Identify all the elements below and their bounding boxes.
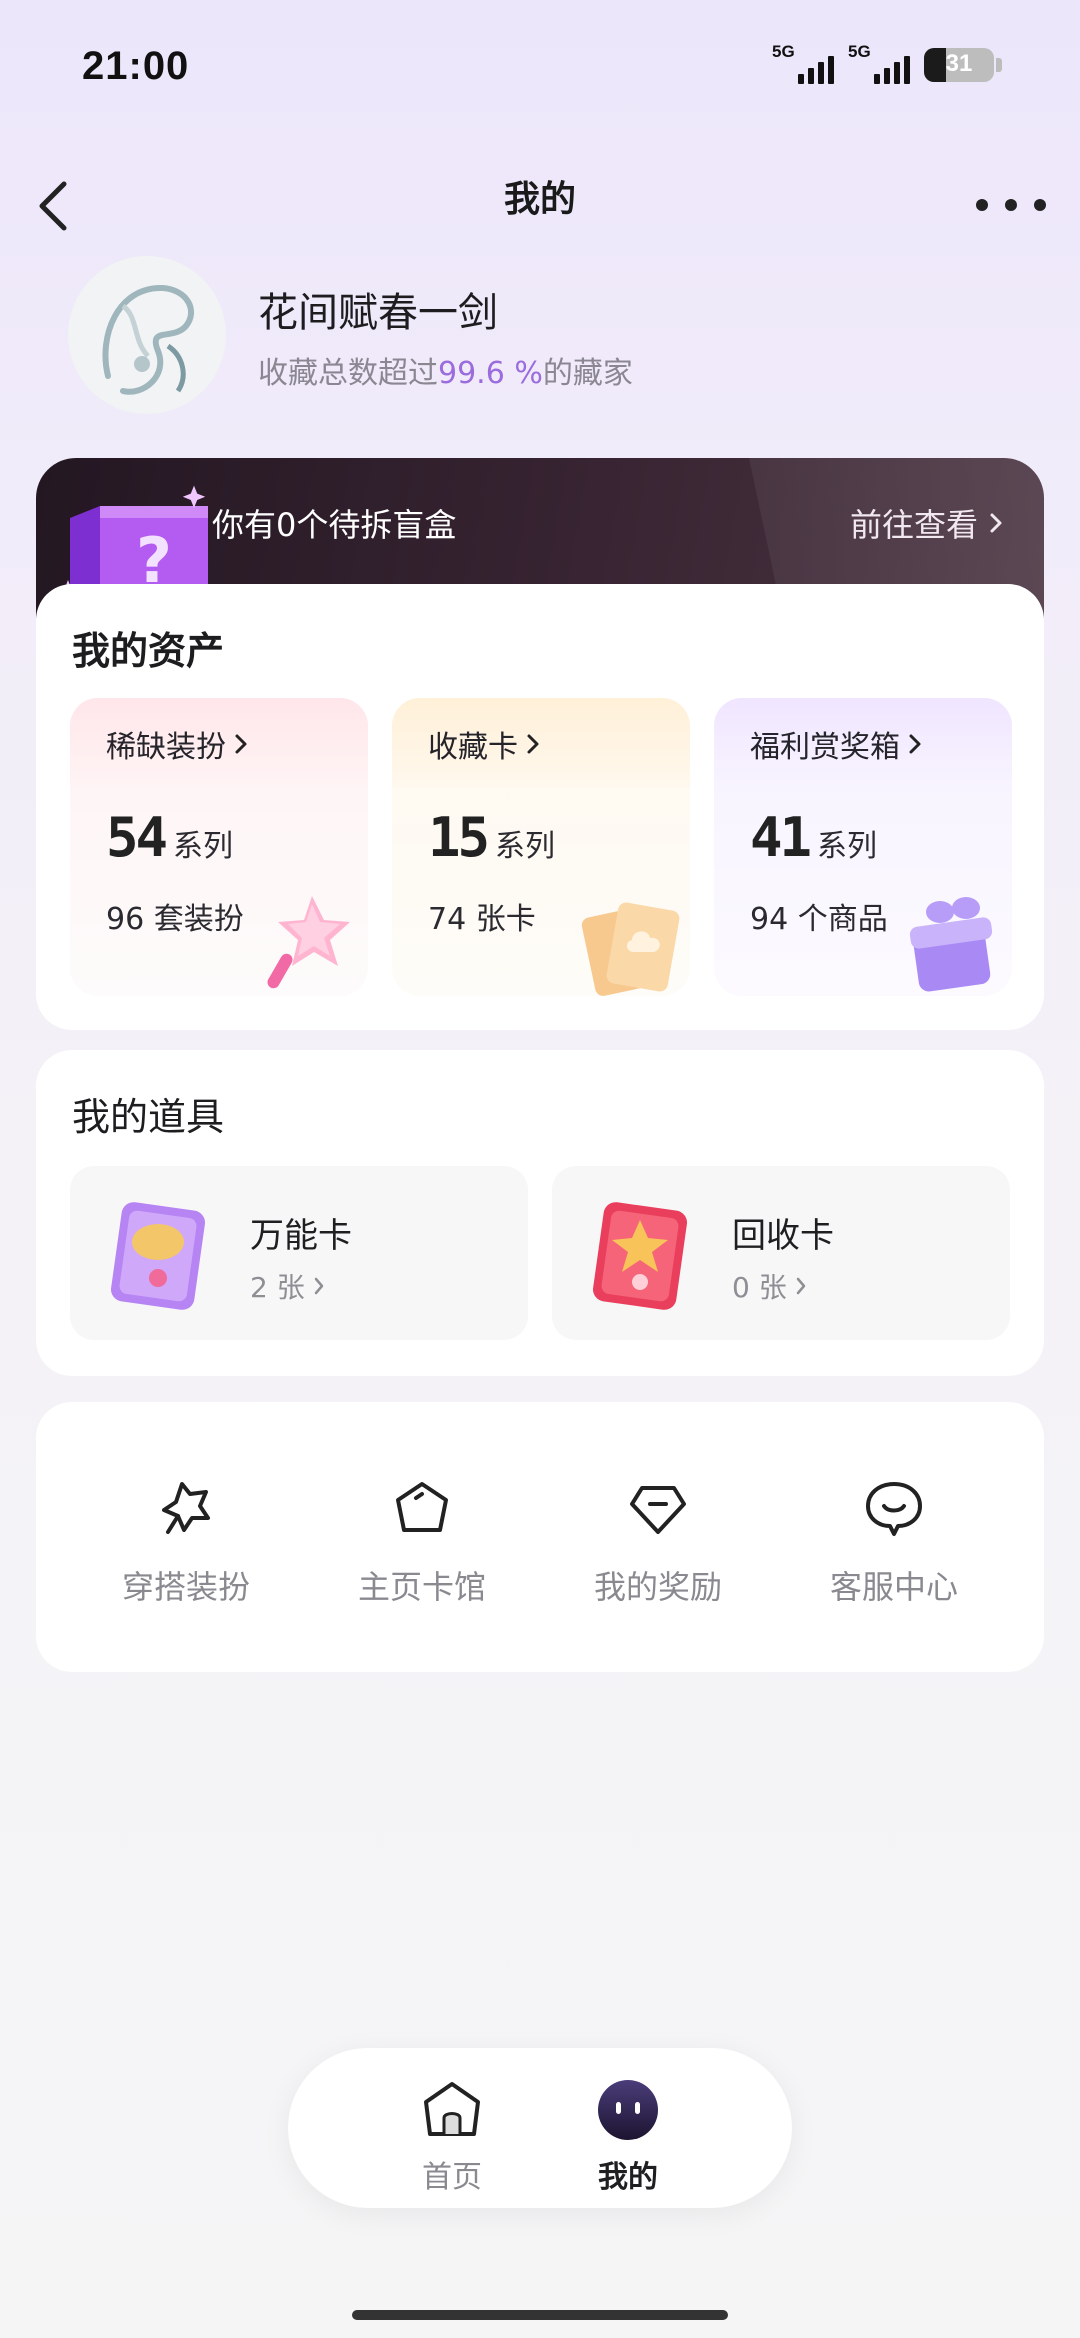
shortcut-card-hall[interactable]: 主页卡馆 [322,1476,522,1626]
outfit-icon [162,1482,210,1534]
signal-icon: 5G [772,42,834,86]
signal-icon: 5G [848,42,910,86]
asset-series-count: 15 系列 [428,806,556,869]
more-icon[interactable] [976,180,1046,230]
shortcut-customer-service[interactable]: 客服中心 [794,1476,994,1626]
asset-card-name: 收藏卡 [428,722,540,766]
shortcut-rewards[interactable]: 我的奖励 [558,1476,758,1626]
shortcut-label: 我的奖励 [593,1568,722,1606]
asset-sub-count: 96 套装扮 [106,902,244,937]
asset-series-count: 54 系列 [106,806,234,869]
shortcut-label: 客服中心 [829,1568,958,1606]
gift-box-icon [909,897,993,992]
chevron-right-icon [909,734,921,754]
view-blind-box-label: 前往查看 [849,506,978,544]
tab-home[interactable]: 首页 [392,2078,512,2196]
status-time: 21:00 [82,44,190,88]
status-icons: 5G 5G 31 [772,42,1002,86]
cards-icon [581,902,680,996]
prop-count: 0 张 [732,1266,807,1306]
asset-sub-count: 94 个商品 [750,902,888,937]
prop-card-recycle-card[interactable]: 回收卡 0 张 [552,1166,1010,1340]
wild-card-icon [111,1202,205,1310]
prop-count: 2 张 [250,1266,325,1306]
shortcut-label: 穿搭装扮 [121,1568,250,1606]
top-nav: 我的 [0,160,1080,250]
prop-card-wild-card[interactable]: 万能卡 2 张 [70,1166,528,1340]
bottom-tab-bar: 首页 我的 [288,2048,792,2208]
asset-card-rare-outfits[interactable]: 稀缺装扮 54 系列 96 套装扮 [70,698,368,996]
rank-prefix: 收藏总数超过 [258,356,438,391]
network-type: 5G [848,42,871,61]
star-wand-icon [267,896,350,989]
asset-card-collection-cards[interactable]: 收藏卡 15 系列 74 张卡 [392,698,690,996]
avatar[interactable] [68,256,226,414]
asset-card-reward-boxes[interactable]: 福利赏奖箱 41 系列 94 个商品 [714,698,1012,996]
shortcut-outfit[interactable]: 穿搭装扮 [86,1476,286,1626]
asset-card-name: 福利赏奖箱 [750,722,922,766]
my-assets-section: 我的资产 稀缺装扮 54 系列 96 套装扮 收藏卡 15 系列 74 张卡 福利赏… [36,584,1044,1030]
prop-name: 万能卡 [250,1216,352,1256]
shortcut-grid: 穿搭装扮 主页卡馆 我的奖励 客服中心 [36,1402,1044,1672]
network-type: 5G [772,42,795,61]
tab-label: 首页 [422,2160,482,2195]
rank-suffix: 的藏家 [542,356,633,391]
asset-sub-count: 74 张卡 [428,902,536,937]
chevron-right-icon [990,513,1002,533]
assets-title: 我的资产 [72,629,225,673]
page-title: 我的 [503,179,576,220]
prop-name: 回收卡 [732,1216,834,1256]
battery-icon: 31 [924,48,994,82]
chevron-right-icon [796,1277,805,1295]
shortcut-label: 主页卡馆 [357,1568,486,1606]
pentagon-icon [396,1482,448,1532]
my-props-section: 我的道具 万能卡 2 张 回收卡 0 张 [36,1050,1044,1376]
recycle-card-icon [593,1202,687,1310]
rank-percent: 99.6 % [438,356,543,391]
tab-mine[interactable]: 我的 [568,2078,688,2196]
battery-level: 31 [945,50,973,77]
asset-card-name: 稀缺装扮 [106,722,248,766]
status-bar: 21:00 5G 5G 31 [0,0,1080,130]
nickname: 花间赋春一剑 [258,290,498,336]
props-title: 我的道具 [72,1095,225,1139]
home-indicator [352,2310,728,2320]
profile-header: 花间赋春一剑 收藏总数超过99.6 %的藏家 [68,256,1028,416]
chevron-right-icon [235,734,247,754]
tab-label: 我的 [598,2160,658,2195]
chat-icon [866,1482,922,1536]
asset-series-count: 41 系列 [750,806,878,869]
diamond-icon [630,1486,686,1534]
chevron-right-icon [527,734,539,754]
blind-box-text: 你有0个待拆盲盒 [212,506,457,544]
view-blind-box-link[interactable]: 前往查看 [850,500,1004,546]
collector-rank: 收藏总数超过99.6 %的藏家 [258,348,633,392]
home-icon [424,2082,480,2136]
chevron-right-icon [314,1277,323,1295]
profile-mascot-icon [598,2080,658,2140]
